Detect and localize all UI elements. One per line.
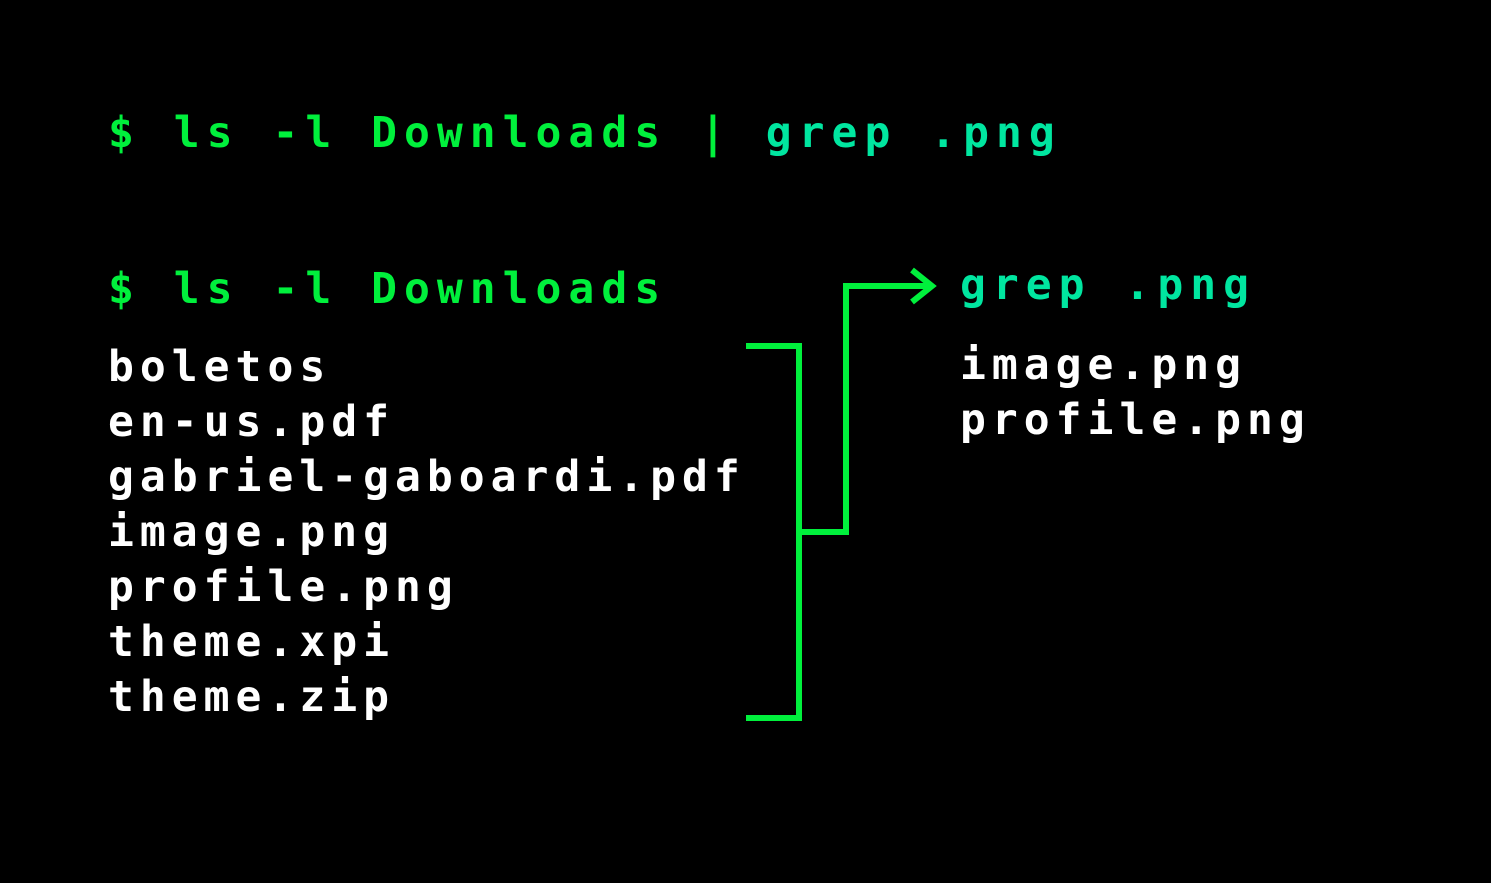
output-bracket [746,343,802,721]
list-item: profile.png [960,395,1311,445]
list-item: image.png [960,340,1247,390]
pipe-flow-line [799,283,930,535]
grep-command: grep .png [960,260,1256,310]
grep-output-list: image.png profile.png [960,338,1311,448]
